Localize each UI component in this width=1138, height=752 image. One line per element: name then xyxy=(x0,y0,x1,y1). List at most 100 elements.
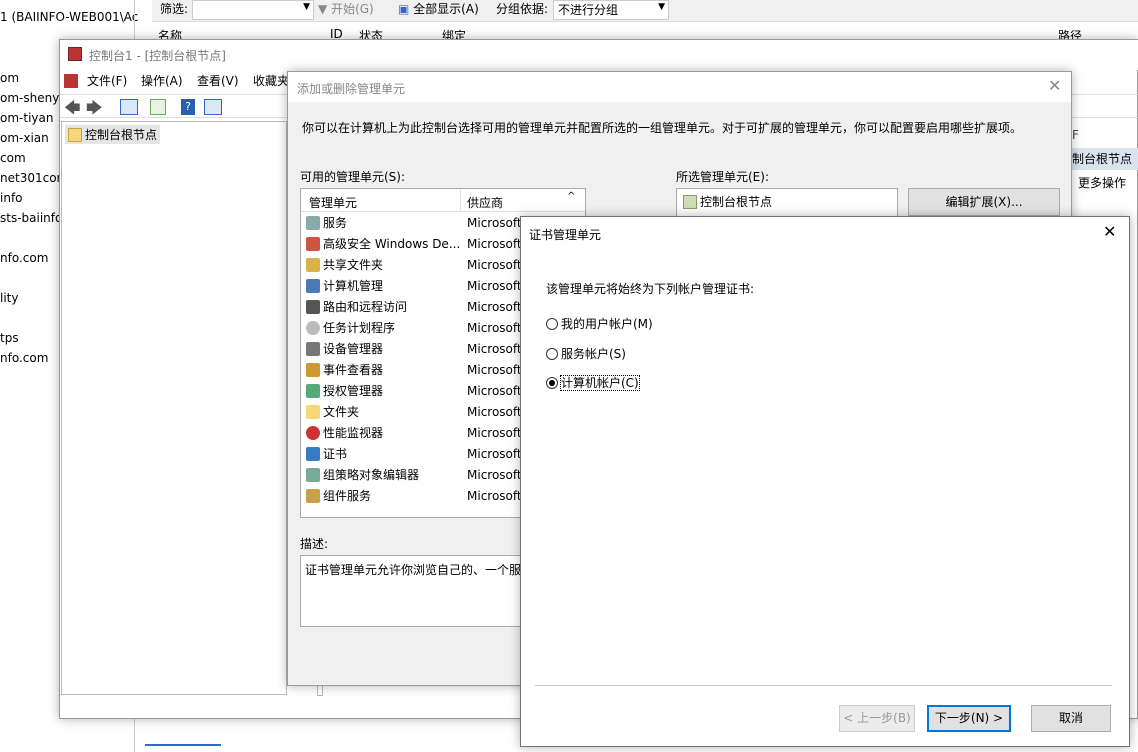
export-list-icon[interactable] xyxy=(150,99,166,115)
snapin-name: 文件夹 xyxy=(323,405,360,419)
snapin-name: 任务计划程序 xyxy=(323,321,396,335)
snapin-name: 事件查看器 xyxy=(323,363,384,377)
tree-item[interactable]: om xyxy=(0,71,19,85)
snapin-vendor: Microsoft xyxy=(467,405,522,419)
group-by-select[interactable]: 不进行分组 ▼ xyxy=(553,0,669,20)
menu-file[interactable]: 文件(F) xyxy=(87,70,127,92)
tree-item[interactable]: net301com xyxy=(0,171,68,185)
filter-input[interactable]: ▼ xyxy=(192,0,314,20)
radio-icon xyxy=(546,318,558,330)
tree-item[interactable]: om-tiyan xyxy=(0,111,53,125)
menu-view[interactable]: 查看(V) xyxy=(197,70,239,92)
snapin-vendor: Microsoft xyxy=(467,300,522,314)
snapin-title: 添加或删除管理单元 xyxy=(297,82,406,96)
tree-item[interactable]: lity xyxy=(0,291,18,305)
snapin-name: 证书 xyxy=(323,447,348,461)
console-titlebar: 控制台1 - [控制台根节点] xyxy=(60,40,1138,70)
available-list-header: 管理单元 供应商 ^ xyxy=(301,189,585,212)
snapin-name: 高级安全 Windows De... xyxy=(323,237,461,251)
background-toolbar: 筛选: ▼ ▼ 开始(G) ▣ 全部显示(A) 分组依据: 不进行分组 ▼ xyxy=(152,0,1138,22)
snapin-vendor: Microsoft xyxy=(467,216,522,230)
show-action-pane-icon[interactable] xyxy=(204,99,222,115)
snapin-vendor: Microsoft xyxy=(467,426,522,440)
help-icon[interactable]: ? xyxy=(181,99,195,115)
folder-icon xyxy=(68,128,82,142)
funnel-icon: ▼ xyxy=(318,2,328,16)
start-button[interactable]: ▼ 开始(G) xyxy=(318,0,374,17)
close-icon[interactable]: ✕ xyxy=(1103,222,1116,241)
snapin-vendor: Microsoft xyxy=(467,258,522,272)
mmc-icon xyxy=(68,47,82,61)
snapin-name: 设备管理器 xyxy=(323,342,384,356)
snapin-name: 计算机管理 xyxy=(323,279,384,293)
snapin-vendor: Microsoft xyxy=(467,468,522,482)
show-all-icon: ▣ xyxy=(398,2,410,16)
shared-folder-icon xyxy=(306,258,320,272)
show-all-button[interactable]: ▣ 全部显示(A) xyxy=(398,0,479,17)
cert-prompt: 该管理单元将始终为下列帐户管理证书: xyxy=(546,282,755,296)
forward-arrow-icon[interactable]: 🡆 xyxy=(86,97,103,124)
computer-management-icon xyxy=(306,279,320,293)
tree-item[interactable]: sts-baiinfo xyxy=(0,211,62,225)
tree-item[interactable]: info xyxy=(0,191,23,205)
tree-item[interactable]: om-xian xyxy=(0,131,49,145)
show-tree-icon[interactable] xyxy=(120,99,138,115)
col-vendor[interactable]: 供应商 xyxy=(467,194,503,211)
snapin-titlebar: 添加或删除管理单元 ✕ xyxy=(288,72,1071,102)
tree-item[interactable]: nfo.com xyxy=(0,351,48,365)
tree-item[interactable]: com xyxy=(0,151,26,165)
selected-root-item[interactable]: 控制台根节点 xyxy=(683,193,772,210)
folder-icon xyxy=(306,405,320,419)
snapin-vendor: Microsoft xyxy=(467,321,522,335)
console-tree-pane: 控制台根节点 xyxy=(61,121,287,695)
snapin-intro: 你可以在计算机上为此控制台选择可用的管理单元并配置所选的一组管理单元。对于可扩展… xyxy=(302,121,1023,135)
group-by-label: 分组依据: xyxy=(496,2,549,16)
col-snapin[interactable]: 管理单元 xyxy=(309,194,357,211)
firewall-icon xyxy=(306,237,320,251)
snapin-name: 组件服务 xyxy=(323,489,372,503)
radio-computer-account[interactable]: 计算机帐户(C) xyxy=(546,374,640,391)
close-icon[interactable]: ✕ xyxy=(1048,76,1061,95)
tree-item[interactable]: tps xyxy=(0,331,19,345)
routing-icon xyxy=(306,300,320,314)
mmc-menu-icon xyxy=(64,74,78,88)
cancel-button[interactable]: 取消 xyxy=(1031,705,1111,732)
clock-icon xyxy=(306,321,320,335)
tree-item[interactable]: om-shenya xyxy=(0,91,67,105)
cert-title: 证书管理单元 xyxy=(529,228,602,242)
menu-favorites[interactable]: 收藏夹 xyxy=(253,70,289,92)
group-policy-icon xyxy=(306,468,320,482)
actions-more[interactable]: 更多操作 xyxy=(1078,174,1126,192)
radio-user-account[interactable]: 我的用户帐户(M) xyxy=(546,315,653,332)
certificate-icon xyxy=(306,447,320,461)
back-arrow-icon[interactable]: 🡄 xyxy=(64,97,81,124)
menu-action[interactable]: 操作(A) xyxy=(141,70,183,92)
actions-root-item[interactable]: 制台根节点 xyxy=(1068,148,1138,170)
cert-divider xyxy=(535,685,1112,686)
col-divider xyxy=(460,189,461,211)
cert-body: 该管理单元将始终为下列帐户管理证书: 我的用户帐户(M) 服务帐户(S) 计算机… xyxy=(521,249,1129,746)
snapin-name: 共享文件夹 xyxy=(323,258,384,272)
edit-extensions-button[interactable]: 编辑扩展(X)... xyxy=(908,188,1060,216)
console-title: 控制台1 - [控制台根节点] xyxy=(89,49,226,63)
snapin-name: 性能监视器 xyxy=(323,426,384,440)
cert-titlebar: 证书管理单元 ✕ xyxy=(521,217,1129,249)
performance-icon xyxy=(306,426,320,440)
snapin-vendor: Microsoft xyxy=(467,342,522,356)
radio-icon xyxy=(546,377,558,389)
console-root-icon xyxy=(683,195,697,209)
snapin-vendor: Microsoft xyxy=(467,384,522,398)
background-tab[interactable] xyxy=(145,744,221,752)
radio-service-account[interactable]: 服务帐户(S) xyxy=(546,345,626,362)
scroll-up-icon[interactable]: ^ xyxy=(567,191,575,202)
next-button[interactable]: 下一步(N) > xyxy=(927,705,1011,732)
back-button[interactable]: < 上一步(B) xyxy=(839,705,915,732)
snapin-vendor: Microsoft xyxy=(467,447,522,461)
authorization-icon xyxy=(306,384,320,398)
tree-root-node[interactable]: 控制台根节点 xyxy=(65,125,161,144)
tree-item[interactable]: nfo.com xyxy=(0,251,48,265)
description-label: 描述: xyxy=(300,537,329,551)
snapin-vendor: Microsoft xyxy=(467,489,522,503)
device-manager-icon xyxy=(306,342,320,356)
snapin-vendor: Microsoft xyxy=(467,237,522,251)
